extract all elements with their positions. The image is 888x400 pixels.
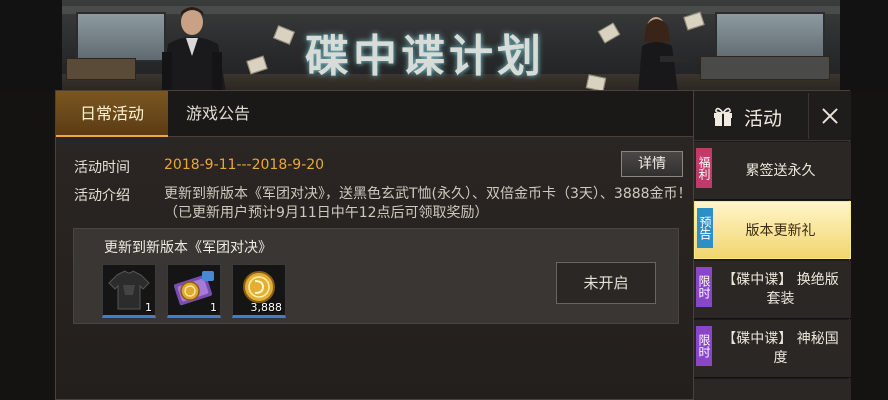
agent-figure-icon bbox=[162, 7, 226, 92]
reward-item-qty: 3,888 bbox=[250, 301, 283, 314]
event-intro-label: 活动介绍 bbox=[74, 188, 130, 204]
paper-icon bbox=[273, 25, 295, 45]
sidebar-header: 活动 bbox=[694, 91, 851, 141]
tab-game-announcements[interactable]: 游戏公告 bbox=[168, 91, 268, 137]
reward-item-qty: 1 bbox=[145, 301, 152, 314]
entry-tag: 限时 bbox=[696, 267, 712, 307]
banner-crate bbox=[66, 58, 136, 80]
entry-tag: 预告 bbox=[697, 208, 713, 248]
entry-label: 【碟中谍】 神秘国度 bbox=[722, 331, 839, 366]
reward-item-double-coin-card[interactable]: 1 bbox=[167, 264, 221, 318]
event-time-label: 活动时间 bbox=[74, 160, 130, 176]
entry-tag: 福利 bbox=[696, 148, 712, 188]
event-time-value: 2018-9-11---2018-9-20 bbox=[164, 157, 325, 173]
tab-daily-activities[interactable]: 日常活动 bbox=[56, 91, 168, 137]
reward-item-tshirt[interactable]: 1 bbox=[102, 264, 156, 318]
gift-icon bbox=[714, 107, 732, 126]
close-icon[interactable] bbox=[808, 93, 850, 139]
sidebar-title: 活动 bbox=[744, 108, 783, 130]
entry-tag: 限时 bbox=[696, 326, 712, 366]
entry-label: 累签送永久 bbox=[745, 162, 816, 179]
sidebar-entry-exclusive-outfit[interactable]: 限时 【碟中谍】 换绝版套装 bbox=[694, 261, 851, 319]
entry-label: 版本更新礼 bbox=[745, 222, 816, 239]
reward-item-qty: 1 bbox=[210, 301, 217, 314]
claim-status-button[interactable]: 未开启 bbox=[556, 262, 656, 304]
reward-box: 更新到新版本《军团对决》 1 1 3,888 未开启 bbox=[73, 228, 679, 324]
event-time-row: 活动时间 2018-9-11---2018-9-20 bbox=[74, 157, 324, 177]
paper-icon bbox=[246, 55, 268, 75]
banner-window bbox=[715, 12, 825, 62]
banner-edge bbox=[0, 0, 62, 92]
banner-edge bbox=[840, 0, 888, 92]
details-button[interactable]: 详情 bbox=[621, 151, 683, 177]
paper-icon bbox=[597, 22, 621, 44]
sidebar-entry-mystery-land[interactable]: 限时 【碟中谍】 神秘国度 bbox=[694, 320, 851, 378]
sidebar-entry-version-update[interactable]: 预告 版本更新礼 bbox=[694, 201, 851, 259]
reward-item-gold-coins[interactable]: 3,888 bbox=[232, 264, 286, 318]
reward-title: 更新到新版本《军团对决》 bbox=[104, 240, 272, 256]
event-banner: 碟中谍计划 bbox=[0, 0, 888, 92]
sidebar-entry-sign-in[interactable]: 福利 累签送永久 bbox=[694, 142, 851, 200]
event-intro-row: 活动介绍 更新到新版本《军团对决》，送黑色玄武T恤(永久）、双倍金币卡（3天）、… bbox=[74, 185, 692, 221]
agent-figure-icon bbox=[638, 17, 688, 92]
tab-bar: 日常活动 游戏公告 bbox=[56, 91, 696, 137]
activity-sidebar: 活动 福利 累签送永久 预告 版本更新礼 限时 【碟中谍】 换绝版套装 限时 【… bbox=[693, 90, 851, 400]
event-intro-value: 更新到新版本《军团对决》，送黑色玄武T恤(永久）、双倍金币卡（3天）、3888金… bbox=[164, 186, 692, 221]
sidebar-entry-partial[interactable] bbox=[694, 379, 851, 400]
banner-title: 碟中谍计划 bbox=[305, 31, 545, 82]
event-detail-panel: 日常活动 游戏公告 活动时间 2018-9-11---2018-9-20 详情 … bbox=[55, 90, 697, 400]
entry-label: 【碟中谍】 换绝版套装 bbox=[722, 272, 839, 307]
banner-desk bbox=[700, 56, 830, 80]
